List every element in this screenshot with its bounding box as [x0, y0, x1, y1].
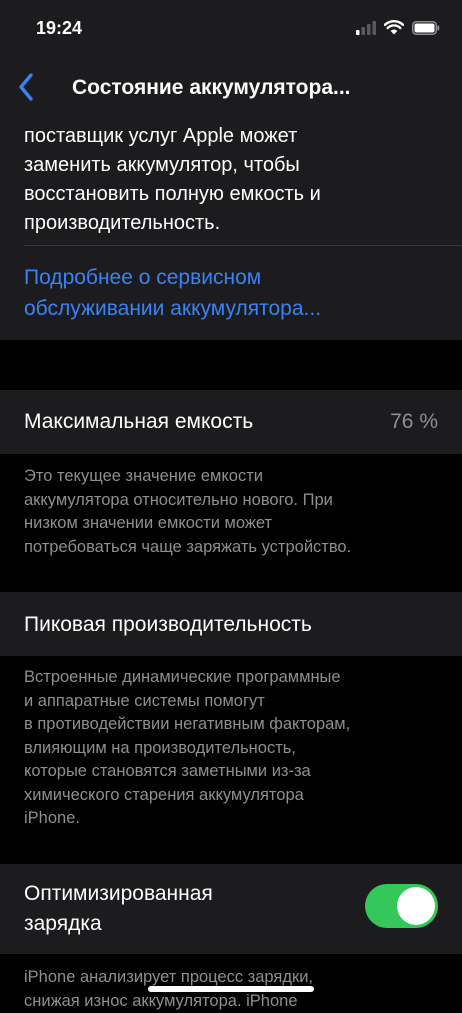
wifi-icon [384, 20, 404, 40]
peak-performance-row: Пиковая производительность [0, 592, 462, 656]
service-info-card: поставщик услуг Apple может заменить акк… [0, 122, 462, 340]
service-info-line: заменить аккумулятор, чтобы [24, 151, 444, 180]
optimized-charging-label-line: зарядка [24, 909, 213, 939]
service-info-text: поставщик услуг Apple может заменить акк… [24, 122, 444, 238]
peak-performance-footnote: Встроенные динамические программные и ап… [24, 666, 444, 831]
divider [24, 245, 462, 246]
status-time: 19:24 [36, 18, 82, 39]
optimized-charging-label-line: Оптимизированная [24, 879, 213, 909]
footnote-line: в противодействии негативным факторам, [24, 713, 444, 737]
optimized-charging-toggle[interactable] [365, 884, 438, 928]
max-capacity-footnote: Это текущее значение емкости аккумулятор… [24, 465, 444, 559]
navigation-bar: Состояние аккумулятора... [0, 56, 462, 122]
toggle-knob [397, 887, 435, 925]
battery-service-link[interactable]: Подробнее о сервисном обслуживании аккум… [24, 262, 444, 324]
peak-performance-label: Пиковая производительность [24, 613, 312, 637]
footnote-line: и аппаратные системы помогут [24, 690, 444, 714]
chevron-left-icon [18, 73, 34, 106]
footnote-line: химического старения аккумулятора [24, 784, 444, 808]
footnote-line: аккумулятора относительно нового. При [24, 489, 444, 513]
max-capacity-row: Максимальная емкость 76 % [0, 390, 462, 454]
optimized-charging-label: Оптимизированная зарядка [24, 879, 213, 939]
service-info-line: производительность. [24, 209, 444, 238]
page-title: Состояние аккумулятора... [72, 76, 351, 100]
optimized-charging-row: Оптимизированная зарядка [0, 864, 462, 954]
status-icons [356, 20, 440, 40]
battery-icon [412, 21, 440, 40]
back-button[interactable] [6, 66, 46, 112]
footnote-line: снижая износ аккумулятора. iPhone [24, 990, 444, 1013]
max-capacity-value: 76 % [390, 410, 438, 434]
cellular-signal-icon [356, 21, 376, 40]
footnote-line: Это текущее значение емкости [24, 465, 444, 489]
status-bar: 19:24 [0, 0, 462, 56]
max-capacity-label: Максимальная емкость [24, 410, 253, 434]
service-link-line: обслуживании аккумулятора... [24, 293, 444, 324]
footnote-line: потребоваться чаще заряжать устройство. [24, 536, 444, 560]
service-info-line: поставщик услуг Apple может [24, 122, 444, 151]
footnote-line: iPhone. [24, 807, 444, 831]
footnote-line: Встроенные динамические программные [24, 666, 444, 690]
service-info-line: восстановить полную емкость и [24, 180, 444, 209]
footnote-line: низком значении емкости может [24, 512, 444, 536]
home-indicator[interactable] [148, 986, 314, 992]
service-link-line: Подробнее о сервисном [24, 262, 444, 293]
footnote-line: которые становятся заметными из-за [24, 760, 444, 784]
footnote-line: влияющим на производительность, [24, 737, 444, 761]
